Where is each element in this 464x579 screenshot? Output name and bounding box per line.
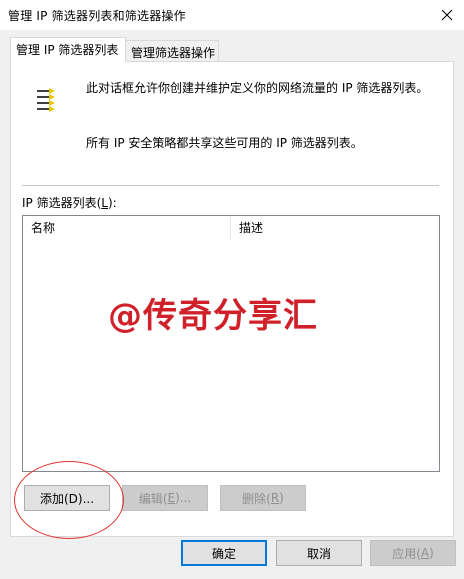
title-bar: 管理 IP 筛选器列表和筛选器操作	[0, 0, 464, 30]
separator	[22, 185, 439, 187]
close-button[interactable]	[430, 0, 464, 30]
tab-label: 管理 IP 筛选器列表	[16, 43, 119, 57]
cancel-button[interactable]: 取消	[276, 540, 362, 566]
ip-filter-list-icon	[35, 84, 59, 116]
column-header-description[interactable]: 描述	[231, 216, 439, 240]
tab-label: 管理筛选器操作	[131, 46, 216, 60]
window-title: 管理 IP 筛选器列表和筛选器操作	[8, 9, 186, 23]
ok-button[interactable]: 确定	[181, 540, 267, 566]
watermark-text: @传奇分享汇	[108, 296, 318, 336]
add-button[interactable]: 添加(D)...	[24, 485, 110, 511]
tab-manage-ip-filter-lists[interactable]: 管理 IP 筛选器列表	[10, 37, 126, 62]
delete-button[interactable]: 删除(R)	[220, 485, 306, 511]
shared-lists-text: 所有 IP 安全策略都共享这些可用的 IP 筛选器列表。	[86, 136, 363, 150]
tab-manage-filter-actions[interactable]: 管理筛选器操作	[125, 40, 219, 62]
description-text: 此对话框允许你创建并维护定义你的网络流量的 IP 筛选器列表。	[86, 81, 429, 95]
close-icon	[441, 9, 453, 21]
ip-filter-listview[interactable]: 名称 描述	[22, 215, 440, 472]
edit-button[interactable]: 编辑(E)...	[122, 485, 208, 511]
column-header-name[interactable]: 名称	[23, 216, 231, 240]
filter-list-label: IP 筛选器列表(L):	[22, 196, 117, 210]
apply-button[interactable]: 应用(A)	[370, 540, 456, 566]
